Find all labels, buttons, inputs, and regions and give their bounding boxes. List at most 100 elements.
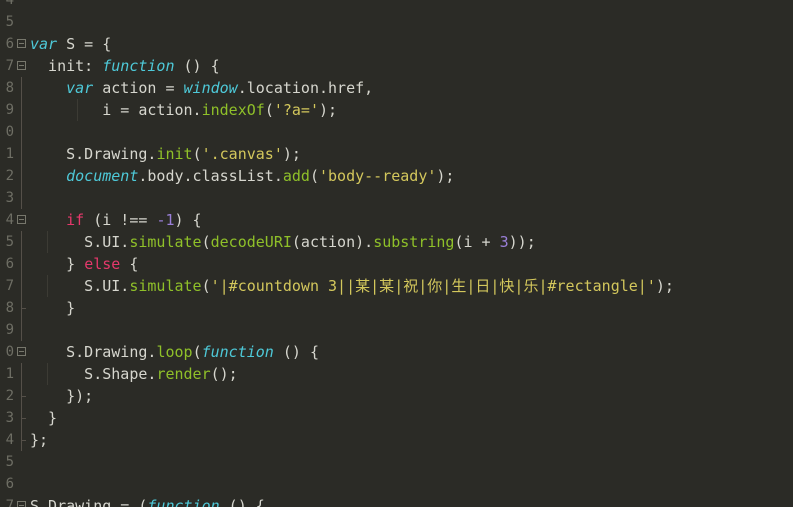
fold-guide — [21, 385, 26, 407]
fold-guide — [21, 253, 22, 275]
token-method-loop: loop — [156, 343, 193, 361]
token-keyword-function: function — [201, 343, 274, 361]
token-string-cjk: 某 — [355, 277, 371, 295]
token-string-cjk: 祝 — [403, 277, 419, 295]
fold-toggle-icon[interactable] — [17, 61, 26, 70]
fold-toggle-icon[interactable] — [17, 501, 26, 507]
fold-guide — [21, 407, 26, 429]
code-line[interactable]: 1 S.Shape.render(); — [0, 363, 793, 385]
fold-guide — [21, 77, 22, 99]
line-number: 5 — [5, 454, 14, 470]
line-number: 6 — [5, 36, 14, 52]
token-method-simulate: simulate — [129, 233, 202, 251]
token-string-cjk: 日 — [475, 277, 491, 295]
code-line[interactable]: 3 — [0, 187, 793, 209]
token-string-cjk: 生 — [451, 277, 467, 295]
code-line[interactable]: 0 S.Drawing.loop(function () { — [0, 341, 793, 363]
line-number: 6 — [5, 256, 14, 272]
token-string: '.canvas' — [201, 145, 283, 163]
code-text: S.UI.simulate('|#countdown 3||某|某|祝|你|生|… — [30, 277, 674, 295]
line-number: 8 — [5, 300, 14, 316]
fold-toggle-icon[interactable] — [17, 39, 26, 48]
code-line[interactable]: 6 var S = { — [0, 33, 793, 55]
fold-guide — [21, 429, 26, 451]
code-line[interactable]: 4 }; — [0, 429, 793, 451]
code-line[interactable]: 5 S.UI.simulate(decodeURI(action).substr… — [0, 231, 793, 253]
line-number: 1 — [5, 366, 14, 382]
code-line[interactable]: 2 }); — [0, 385, 793, 407]
fold-guide — [21, 187, 22, 209]
line-number: 9 — [5, 102, 14, 118]
code-line[interactable]: 0 — [0, 121, 793, 143]
code-line[interactable]: 5 — [0, 451, 793, 473]
token-string-countdown: '|#countdown 3|| — [210, 277, 356, 295]
code-text: init: function () { — [30, 57, 220, 75]
code-line[interactable]: 7 S.Drawing = (function () { — [0, 495, 793, 507]
token-string: '?a=' — [273, 101, 319, 119]
code-line[interactable]: 4 — [0, 0, 793, 11]
code-line[interactable]: 8 var action = window.location.href, — [0, 77, 793, 99]
code-line[interactable]: 6 } else { — [0, 253, 793, 275]
line-number: 7 — [5, 58, 14, 74]
token-number: 3 — [499, 233, 509, 251]
token-global-document: document — [66, 167, 139, 185]
line-number: 6 — [5, 476, 14, 492]
code-line[interactable]: 9 — [0, 319, 793, 341]
line-number: 4 — [5, 432, 14, 448]
token-string-cjk: 乐 — [523, 277, 539, 295]
token-function-decodeURI: decodeURI — [210, 233, 292, 251]
code-editor[interactable]: 4 5 6 var S = { 7 init: function () { 8 … — [0, 0, 793, 507]
code-line[interactable]: 4 if (i !== -1) { — [0, 209, 793, 231]
line-number: 3 — [5, 410, 14, 426]
line-number: 4 — [5, 0, 14, 8]
fold-toggle-icon[interactable] — [17, 347, 26, 356]
code-text: }; — [30, 431, 49, 449]
token-keyword-var: var — [30, 35, 58, 53]
fold-toggle-icon[interactable] — [17, 215, 26, 224]
code-line[interactable]: 2 document.body.classList.add('body--rea… — [0, 165, 793, 187]
line-number: 8 — [5, 80, 14, 96]
line-number: 2 — [5, 168, 14, 184]
token-method-simulate: simulate — [129, 277, 202, 295]
line-number: 0 — [5, 124, 14, 140]
fold-guide — [21, 275, 22, 297]
code-line[interactable]: 6 — [0, 473, 793, 495]
token-method-indexOf: indexOf — [201, 101, 265, 119]
token-keyword-function: function — [147, 497, 220, 507]
token-string: 'body--ready' — [319, 167, 437, 185]
line-number: 9 — [5, 322, 14, 338]
code-text: } else { — [30, 255, 139, 273]
line-number: 0 — [5, 344, 14, 360]
code-text: S.Drawing.init('.canvas'); — [30, 145, 301, 163]
line-number: 1 — [5, 146, 14, 162]
code-line[interactable]: 7 init: function () { — [0, 55, 793, 77]
code-line[interactable]: 8 } — [0, 297, 793, 319]
code-text: S.Drawing.loop(function () { — [30, 343, 319, 361]
fold-guide — [21, 297, 26, 319]
line-number: 5 — [5, 234, 14, 250]
line-number: 4 — [5, 212, 14, 228]
code-line[interactable]: 1 S.Drawing.init('.canvas'); — [0, 143, 793, 165]
code-line[interactable]: 7 S.UI.simulate('|#countdown 3||某|某|祝|你|… — [0, 275, 793, 297]
line-number: 7 — [5, 278, 14, 294]
fold-guide — [21, 121, 22, 143]
code-text: S.UI.simulate(decodeURI(action).substrin… — [30, 233, 536, 251]
token-method-render: render — [156, 365, 211, 383]
token-method-substring: substring — [373, 233, 455, 251]
code-line[interactable]: 5 — [0, 11, 793, 33]
code-text: i = action.indexOf('?a='); — [30, 101, 338, 119]
code-line[interactable]: 3 } — [0, 407, 793, 429]
code-text: S.Shape.render(); — [30, 365, 238, 383]
token-keyword-var: var — [66, 79, 94, 97]
code-line[interactable]: 9 i = action.indexOf('?a='); — [0, 99, 793, 121]
fold-guide — [21, 99, 22, 121]
fold-guide — [21, 231, 22, 253]
line-number: 3 — [5, 190, 14, 206]
code-text: document.body.classList.add('body--ready… — [66, 167, 455, 185]
code-text: var action = window.location.href, — [66, 79, 374, 97]
token-keyword-else: else — [84, 255, 121, 273]
fold-guide — [21, 165, 22, 187]
code-text: } — [30, 409, 58, 427]
token-number: -1 — [156, 211, 175, 229]
token-global-window: window — [183, 79, 238, 97]
